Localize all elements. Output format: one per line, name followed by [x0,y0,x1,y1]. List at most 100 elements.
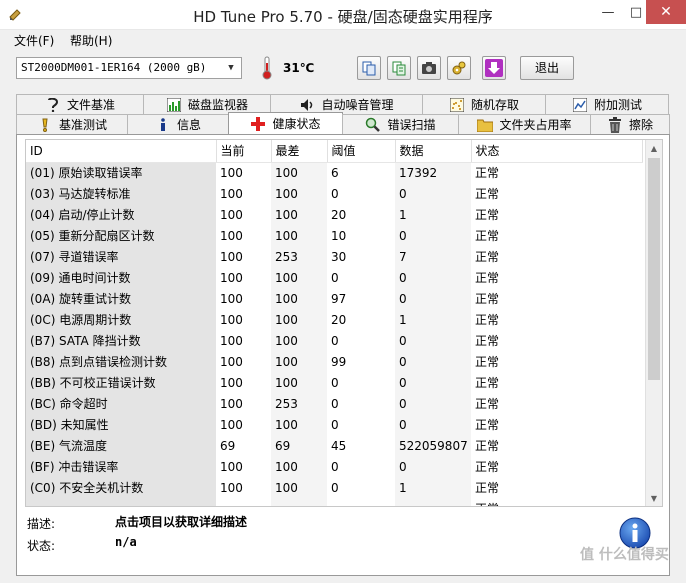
col-header-status[interactable]: 状态 [471,140,643,163]
watermark: 值 什么值得买 [580,547,669,563]
tab-label: 错误扫描 [387,118,436,132]
table-row[interactable]: 正常 [26,498,642,506]
table-row[interactable]: (01) 原始读取错误率 100 100 6 17392 正常 [26,162,642,183]
cell-data: 0 [395,456,471,477]
tab-file-benchmark[interactable]: 文件基准 [16,94,144,114]
table-row[interactable]: (B8) 点到点错误检测计数 100 100 99 0 正常 [26,351,642,372]
title-bar: HD Tune Pro 5.70 - 硬盘/固态硬盘实用程序 — □ ✕ [0,0,686,30]
table-row[interactable]: (BE) 气流温度 69 69 45 522059807 正常 [26,435,642,456]
screenshot-button[interactable] [417,56,441,80]
cell-worst: 100 [271,372,327,393]
table-row[interactable]: (05) 重新分配扇区计数 100 100 10 0 正常 [26,225,642,246]
cell-status: 正常 [475,355,500,369]
tab-label: 随机存取 [470,98,519,112]
disk-monitor-icon [166,97,182,113]
cell-worst: 100 [271,204,327,225]
cell-worst: 100 [271,309,327,330]
cell-current: 100 [220,207,243,222]
menu-file[interactable]: 文件(F) [12,32,56,49]
tab-disk-monitor[interactable]: 磁盘监视器 [143,94,271,114]
scroll-down-icon[interactable]: ▼ [646,490,662,506]
tab-erase[interactable]: 擦除 [590,114,670,134]
cell-data: 0 [395,351,471,372]
tabs-row-2: 基准测试 信息 健康状态 错误扫描 文件夹占用率 擦除 [16,112,670,134]
table-row[interactable]: (BC) 命令超时 100 253 0 0 正常 [26,393,642,414]
tab-benchmark[interactable]: 基准测试 [16,114,128,134]
smart-table: ID 当前 最差 阈值 数据 状态 (01) 原始读取错误率 100 100 6 173… [25,139,663,507]
scroll-up-icon[interactable]: ▲ [646,140,662,156]
cell-current: 69 [220,438,236,453]
tab-label: 文件基准 [66,98,115,112]
cell-worst: 100 [271,456,327,477]
table-row[interactable]: (0C) 电源周期计数 100 100 20 1 正常 [26,309,642,330]
cell-status: 正常 [475,187,500,201]
cell-current: 100 [220,249,243,264]
table-row[interactable]: (C0) 不安全关机计数 100 100 0 1 正常 [26,477,642,498]
table-row[interactable]: (0A) 旋转重试计数 100 100 97 0 正常 [26,288,642,309]
cell-data: 7 [395,246,471,267]
gear-icon [452,61,466,75]
cell-status: 正常 [475,460,500,474]
cell-current: 100 [220,396,243,411]
col-header-threshold[interactable]: 阈值 [327,140,396,163]
tab-label: 信息 [176,118,201,132]
cell-id: (BC) 命令超时 [26,393,216,414]
table-row[interactable]: (BB) 不可校正错误计数 100 100 0 0 正常 [26,372,642,393]
description-text: 点击项目以获取详细描述 [115,515,248,529]
cell-threshold: 0 [331,333,339,348]
tab-label: 附加测试 [593,98,642,112]
tab-extra-tests[interactable]: 附加测试 [545,94,669,114]
cell-status: 正常 [475,292,500,306]
col-header-current[interactable]: 当前 [216,140,272,163]
save-button[interactable] [482,56,506,80]
drive-select[interactable]: ST2000DM001-1ER164 (2000 gB) ▼ [16,57,242,79]
cell-data: 1 [395,477,471,498]
col-header-data[interactable]: 数据 [395,140,472,163]
exit-button[interactable]: 退出 [520,56,574,80]
cell-status: 正常 [475,439,500,453]
tab-aam[interactable]: 自动噪音管理 [270,94,423,114]
table-row[interactable]: (04) 启动/停止计数 100 100 20 1 正常 [26,204,642,225]
cell-current: 100 [220,375,243,390]
tab-random-access[interactable]: 随机存取 [422,94,546,114]
table-row[interactable]: (03) 马达旋转标准 100 100 0 0 正常 [26,183,642,204]
copy-button[interactable] [357,56,381,80]
cell-current: 100 [220,312,243,327]
tab-info[interactable]: 信息 [127,114,229,134]
table-row[interactable]: (B7) SATA 降挡计数 100 100 0 0 正常 [26,330,642,351]
cell-id: (BF) 冲击错误率 [26,456,216,477]
table-row[interactable]: (BF) 冲击错误率 100 100 0 0 正常 [26,456,642,477]
cell-id: (C0) 不安全关机计数 [26,477,216,498]
cell-worst: 100 [271,162,327,183]
extra-tests-icon [572,97,588,113]
scroll-thumb[interactable] [648,158,660,380]
col-header-id[interactable]: ID [26,140,217,163]
menu-help[interactable]: 帮助(H) [68,32,114,49]
col-header-worst[interactable]: 最差 [271,140,328,163]
cell-data: 0 [395,288,471,309]
cell-worst: 100 [271,267,327,288]
description-label: 描述: [27,517,56,531]
tab-error-scan[interactable]: 错误扫描 [342,114,459,134]
vertical-scrollbar[interactable]: ▲ ▼ [645,140,662,506]
tab-folder-usage[interactable]: 文件夹占用率 [458,114,591,134]
close-button[interactable]: ✕ [646,0,686,24]
cell-threshold: 0 [331,396,339,411]
cell-data: 0 [395,225,471,246]
copy-icon [362,61,376,76]
cell-id: (01) 原始读取错误率 [26,162,216,183]
smart-grid: ID 当前 最差 阈值 数据 状态 (01) 原始读取错误率 100 100 6 173… [26,140,643,506]
cell-current: 100 [220,333,243,348]
table-row[interactable]: (07) 寻道错误率 100 253 30 7 正常 [26,246,642,267]
minimize-button[interactable]: — [593,0,623,24]
toolbar: ST2000DM001-1ER164 (2000 gB) ▼ 31℃ 退出 [0,52,686,86]
cell-id: (03) 马达旋转标准 [26,183,216,204]
drive-select-value: ST2000DM001-1ER164 (2000 gB) [21,61,207,74]
tab-health[interactable]: 健康状态 [228,112,343,134]
copy-text-button[interactable] [387,56,411,80]
cell-data: 0 [395,414,471,435]
options-button[interactable] [447,56,471,80]
table-row[interactable]: (BD) 未知属性 100 100 0 0 正常 [26,414,642,435]
table-row[interactable]: (09) 通电时间计数 100 100 0 0 正常 [26,267,642,288]
cell-threshold [327,498,395,506]
